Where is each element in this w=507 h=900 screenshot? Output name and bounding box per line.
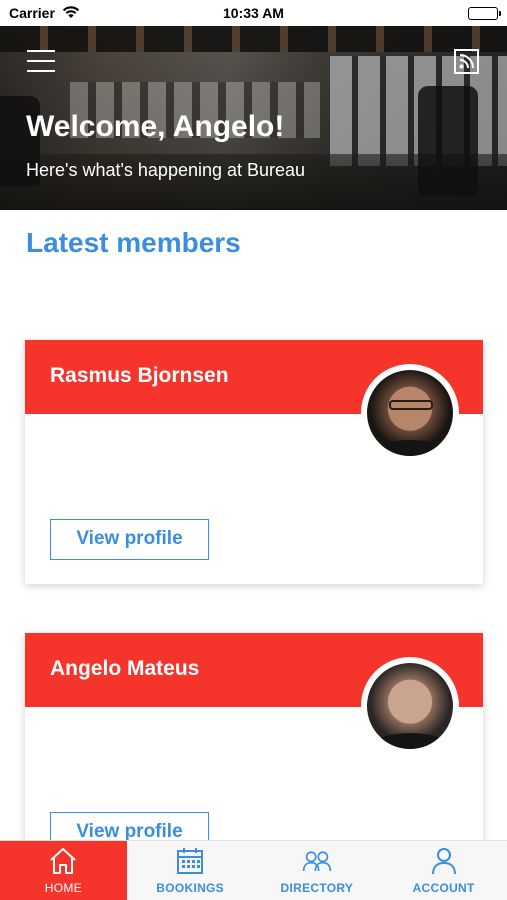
home-icon xyxy=(50,848,77,874)
view-profile-button[interactable]: View profile xyxy=(50,812,209,840)
section-header: Latest members xyxy=(0,210,507,280)
tab-label: DIRECTORY xyxy=(280,881,354,895)
view-profile-button[interactable]: View profile xyxy=(50,519,209,560)
tab-label: HOME xyxy=(44,881,82,895)
user-icon xyxy=(431,848,456,875)
hamburger-menu-icon[interactable] xyxy=(27,50,55,72)
tab-bookings[interactable]: BOOKINGS xyxy=(127,841,254,900)
member-name: Rasmus Bjornsen xyxy=(50,364,229,387)
hero-banner: Welcome, Angelo! Here's what's happening… xyxy=(0,26,507,210)
battery-icon xyxy=(468,7,501,20)
bottom-tab-bar: HOME BOOKINGS DIRECTORY ACCOUNT xyxy=(0,840,507,900)
tab-account[interactable]: ACCOUNT xyxy=(380,841,507,900)
tab-home[interactable]: HOME xyxy=(0,841,127,900)
tab-label: BOOKINGS xyxy=(156,881,224,895)
welcome-title: Welcome, Angelo! xyxy=(26,110,285,143)
welcome-subtitle: Here's what's happening at Bureau xyxy=(26,160,306,180)
tab-directory[interactable]: DIRECTORY xyxy=(254,841,381,900)
section-title: Latest members xyxy=(26,227,241,258)
member-name: Angelo Mateus xyxy=(50,657,200,680)
clock: 10:33 AM xyxy=(223,5,284,21)
member-feed[interactable]: Rasmus Bjornsen View profile Angelo Mate… xyxy=(0,280,507,840)
tab-label: ACCOUNT xyxy=(412,881,475,895)
member-card: Rasmus Bjornsen View profile xyxy=(25,340,483,584)
people-icon xyxy=(302,851,332,872)
rss-feed-icon[interactable] xyxy=(454,49,479,74)
avatar[interactable] xyxy=(361,657,459,755)
member-card: Angelo Mateus View profile xyxy=(25,633,483,840)
calendar-icon xyxy=(177,848,204,874)
avatar[interactable] xyxy=(361,364,459,462)
status-bar: Carrier 10:33 AM xyxy=(0,0,507,26)
